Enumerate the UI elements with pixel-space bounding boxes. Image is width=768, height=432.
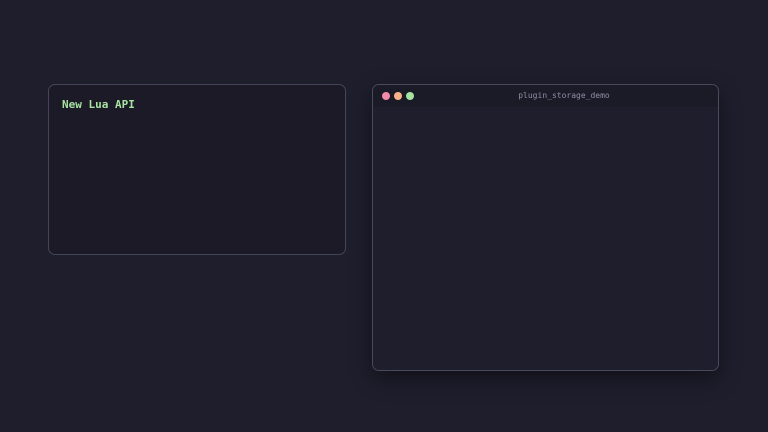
terminal-titlebar[interactable]: plugin_storage_demo bbox=[373, 85, 718, 107]
terminal-window-title: plugin_storage_demo bbox=[518, 91, 610, 100]
info-panel-title: New Lua API bbox=[62, 98, 135, 111]
terminal-window[interactable]: plugin_storage_demo bbox=[372, 84, 719, 371]
stage: New Lua API plugin_storage_demo bbox=[0, 0, 768, 432]
info-panel: New Lua API bbox=[48, 84, 346, 255]
terminal-body[interactable] bbox=[373, 107, 718, 370]
